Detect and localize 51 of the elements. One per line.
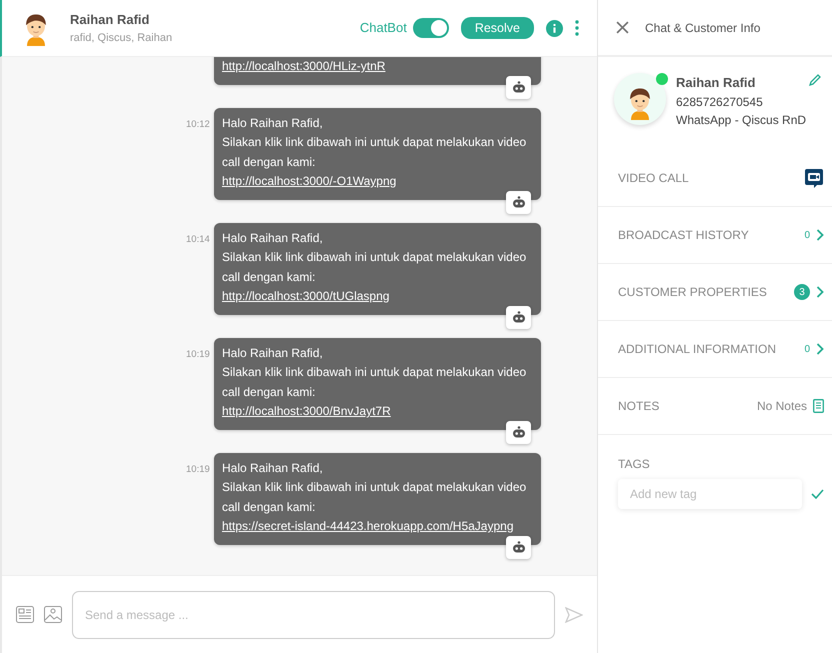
panel-title: Chat & Customer Info <box>645 20 760 36</box>
message-time: 10:12 <box>186 118 208 132</box>
check-icon[interactable] <box>811 489 824 499</box>
robot-icon <box>506 306 531 328</box>
message-link[interactable]: http://localhost:3000/-O1Waypng <box>222 174 396 188</box>
tags-label: TAGS <box>618 456 651 473</box>
message-time: 10:19 <box>186 348 208 362</box>
chevron-right-icon[interactable] <box>816 343 824 355</box>
more-menu-icon[interactable] <box>575 20 579 36</box>
tag-input[interactable]: Add new tag <box>618 479 802 509</box>
robot-icon <box>506 536 531 558</box>
chatbot-label: ChatBot <box>360 19 407 38</box>
message-text: Halo Raihan Rafid, Silakan klik link dibawah ini untuk dapat melakukan video call dengan kami: <box>222 114 528 170</box>
robot-icon <box>506 76 531 98</box>
customer-name: Raihan Rafid <box>676 74 756 92</box>
message-link[interactable]: http://localhost:3000/HLiz-ytnR <box>222 59 386 73</box>
customer-channel: WhatsApp - Qiscus RnD <box>676 112 808 128</box>
video-call-icon[interactable] <box>804 168 824 188</box>
message-time: 10:19 <box>186 462 208 476</box>
item-count: 0 <box>804 342 810 356</box>
robot-icon <box>506 190 531 214</box>
notes-value: No Notes <box>756 398 807 415</box>
image-icon[interactable] <box>44 606 62 623</box>
section-label: CUSTOMER PROPERTIES <box>618 284 767 301</box>
robot-icon <box>506 420 531 444</box>
info-icon[interactable] <box>546 20 563 36</box>
message-link[interactable]: http://localhost:3000/tUGlaspng <box>222 289 390 303</box>
message-text: Halo Raihan Rafid, Silakan klik link dibawah ini untuk dapat melakukan video call dengan kami: <box>222 460 528 516</box>
note-icon[interactable] <box>813 399 824 413</box>
chevron-right-icon[interactable] <box>816 229 824 241</box>
chatbot-toggle[interactable] <box>412 18 449 38</box>
close-icon[interactable] <box>616 21 629 34</box>
section-label: ADDITIONAL INFORMATION <box>618 341 776 358</box>
contact-card-icon[interactable] <box>16 606 34 623</box>
message-time: 10:14 <box>186 232 208 246</box>
message-link[interactable]: https://secret-island-44423.herokuapp.com/H5aJaypng <box>222 519 514 533</box>
contact-name: Raihan Rafid <box>70 11 150 29</box>
message-text: Halo Raihan Rafid, Silakan klik link dibawah ini untuk dapat melakukan video call dengan kami: <box>222 344 528 400</box>
chevron-right-icon[interactable] <box>816 286 824 298</box>
customer-phone: 6285726270545 <box>676 94 764 110</box>
section-label: BROADCAST HISTORY <box>618 227 749 244</box>
section-label: NOTES <box>618 398 660 415</box>
participants-list: rafid, Qiscus, Raihan <box>70 30 360 46</box>
section-label: VIDEO CALL <box>618 170 689 187</box>
item-count: 3 <box>794 284 810 300</box>
item-count: 0 <box>804 228 810 242</box>
message-text: Halo Raihan Rafid, Silakan klik link dibawah ini untuk dapat melakukan video call dengan kami: <box>222 230 528 286</box>
customer-avatar <box>614 73 666 125</box>
send-icon[interactable] <box>565 606 583 622</box>
message-input[interactable]: Send a message ... <box>72 590 555 638</box>
message-link[interactable]: http://localhost:3000/BnvJayt7R <box>222 404 391 418</box>
